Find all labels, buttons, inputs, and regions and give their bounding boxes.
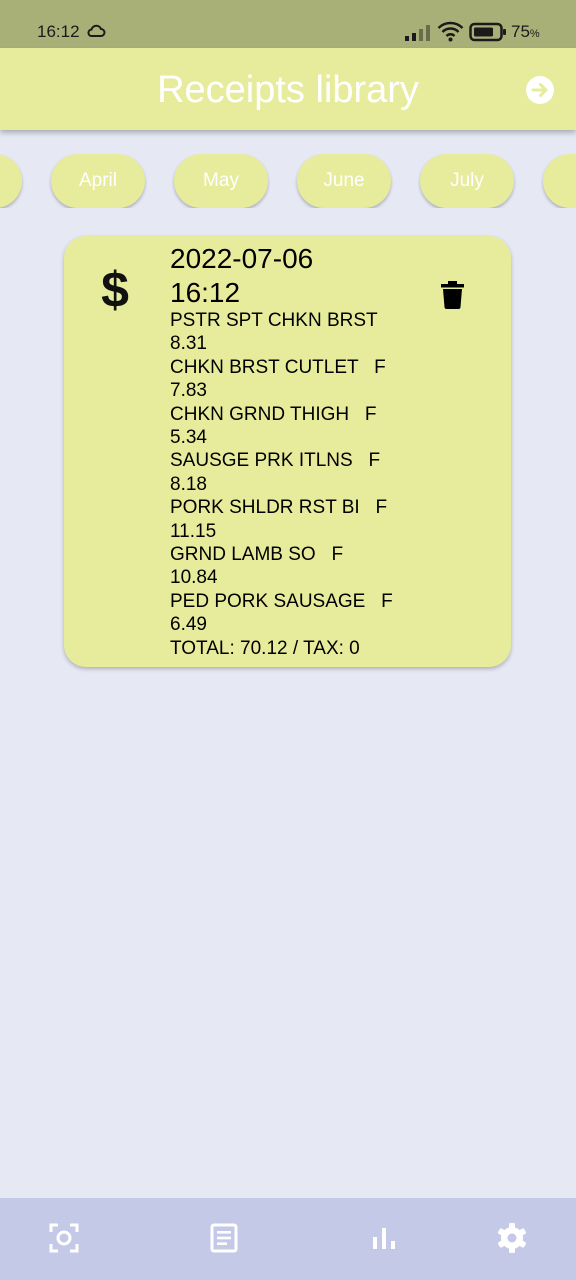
receipt-item-name: PSTR SPT CHKN BRST	[170, 310, 378, 331]
forward-button[interactable]	[525, 75, 555, 105]
arrow-right-circle-icon	[526, 76, 554, 104]
receipt-item-price: 11.15	[170, 520, 217, 542]
battery-icon	[469, 22, 506, 42]
receipt-item-name: PED PORK SAUSAGE F	[170, 590, 393, 612]
receipt-card[interactable]: $ 2022-07-06 16:12 PSTR SPT CHKN BRST 8.…	[64, 236, 511, 667]
receipt-item-name: GRND LAMB SO F	[170, 544, 344, 566]
receipt-item-name: PORK SHLDR RST BI F	[170, 497, 388, 519]
month-chip-april[interactable]: April	[51, 154, 145, 208]
scan-icon	[49, 1223, 79, 1253]
receipt-item-price: 5.34	[170, 427, 207, 449]
wifi-icon	[437, 21, 464, 42]
receipt-item-price: 6.49	[170, 614, 207, 636]
status-time: 16:12	[37, 22, 80, 41]
receipt-total: TOTAL: 70.12 / TAX: 0	[170, 637, 360, 659]
month-selector: April May June July	[0, 154, 576, 208]
app-bar: Receipts library	[0, 48, 576, 130]
month-chip-august[interactable]	[543, 154, 576, 208]
receipts-list-icon	[210, 1223, 238, 1253]
receipt-items: PSTR SPT CHKN BRST 8.31 CHKN BRST CUTLET…	[170, 309, 410, 660]
status-bar: 16:12 75%	[0, 0, 576, 48]
receipt-item-price: 8.18	[170, 473, 207, 495]
receipt-item-name: CHKN GRND THIGH F	[170, 403, 377, 425]
receipt-item-price: 7.83	[170, 380, 207, 402]
dollar-icon: $	[101, 262, 129, 318]
cloud-icon	[87, 24, 106, 37]
month-chip-may[interactable]: May	[174, 154, 268, 208]
receipt-date: 2022-07-06 16:12	[170, 243, 314, 308]
bottom-navigation	[0, 1198, 576, 1280]
month-chip-july[interactable]: July	[420, 154, 514, 208]
month-chip-june[interactable]: June	[297, 154, 391, 208]
nav-stats[interactable]	[366, 1220, 402, 1256]
trash-icon[interactable]	[441, 281, 464, 309]
settings-gear-icon	[498, 1223, 526, 1253]
stats-chart-icon	[373, 1228, 395, 1249]
page-title: Receipts library	[157, 69, 419, 111]
nav-receipts[interactable]	[206, 1220, 242, 1256]
receipt-item-name: SAUSGE PRK ITLNS F	[170, 450, 381, 472]
signal-icon	[405, 25, 430, 41]
battery-percentage: 75%	[511, 22, 540, 41]
nav-scan[interactable]	[46, 1220, 82, 1256]
receipt-item-name: CHKN BRST CUTLET F	[170, 356, 386, 378]
nav-settings[interactable]	[494, 1220, 530, 1256]
receipt-item-price: 8.31	[170, 333, 207, 355]
receipt-item-price: 10.84	[170, 567, 218, 589]
month-chip-march[interactable]	[0, 154, 22, 208]
